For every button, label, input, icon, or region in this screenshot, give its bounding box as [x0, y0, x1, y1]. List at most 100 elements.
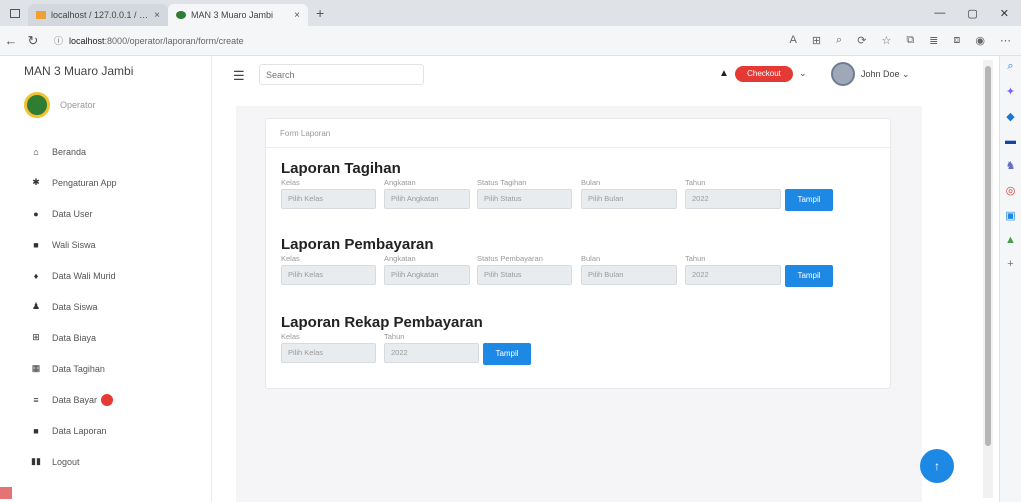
browser-address-bar: ← ↻ ⓘ localhost:8000/operator/laporan/fo… — [0, 26, 1021, 56]
sidebar-item-pengaturan-app[interactable]: ✱ Pengaturan App — [28, 167, 117, 198]
office-icon[interactable]: ◎ — [1006, 184, 1016, 197]
collections-icon[interactable]: ⧈ — [953, 34, 960, 47]
avatar[interactable] — [831, 62, 855, 86]
sidebar-item-data-tagihan[interactable]: ▦ Data Tagihan — [28, 353, 117, 384]
field-label: Bulan — [581, 178, 601, 187]
bulan-select[interactable]: Pilih Bulan — [581, 265, 677, 285]
read-aloud-icon[interactable]: A — [789, 34, 796, 47]
sidebar-item-wali-siswa[interactable]: ■ Wali Siswa — [28, 229, 117, 260]
report-title: Laporan Pembayaran — [281, 236, 434, 253]
sidebar-item-label: Beranda — [52, 146, 87, 157]
top-navbar: ☰ ▲ Checkout ⌄ John Doe ⌄ — [213, 56, 983, 94]
tahun-select[interactable]: 2022 — [685, 265, 781, 285]
sidebar-item-label: Data Laporan — [52, 425, 107, 436]
menu-toggle-icon[interactable]: ☰ — [233, 68, 245, 84]
sidebar-item-data-laporan[interactable]: ■ Data Laporan — [28, 415, 117, 446]
app-favicon-icon — [176, 11, 186, 19]
field-label: Kelas — [281, 178, 300, 187]
kelas-select[interactable]: Pilih Kelas — [281, 189, 376, 209]
drop-icon[interactable]: ▲ — [1005, 234, 1016, 246]
table-icon: ▦ — [31, 363, 41, 373]
sidebar-item-label: Data Bayar — [52, 394, 98, 405]
sidebar-item-data-user[interactable]: ● Data User — [28, 198, 117, 229]
split-screen-icon[interactable]: ⧉ — [906, 34, 914, 47]
sidebar-item-label: Data User — [52, 208, 93, 219]
checkout-button[interactable]: Checkout — [735, 66, 793, 82]
apps-icon[interactable]: ⊞ — [812, 34, 821, 47]
outlook-icon[interactable]: ▣ — [1005, 209, 1015, 222]
field-label: Kelas — [281, 254, 300, 263]
games-icon[interactable]: ♞ — [1006, 159, 1016, 172]
back-icon[interactable]: ← — [0, 33, 22, 48]
window-icon[interactable] — [10, 8, 20, 18]
sidebar-item-data-bayar[interactable]: ≡ Data Bayar — [28, 384, 117, 415]
kelas-select[interactable]: Pilih Kelas — [281, 343, 376, 363]
chart-icon: ⊞ — [32, 332, 40, 342]
info-icon: ⓘ — [54, 36, 64, 46]
tab-title: localhost / 127.0.0.1 / phpMyAdmin — [51, 10, 149, 20]
school-logo-icon — [24, 92, 50, 118]
new-tab-button[interactable]: + — [316, 5, 324, 21]
search-input[interactable] — [259, 64, 424, 85]
favorites-bar-icon[interactable]: ≣ — [929, 34, 938, 47]
more-icon[interactable]: ⋯ — [1000, 34, 1011, 47]
phpmyadmin-favicon-icon — [36, 11, 46, 19]
scroll-top-button[interactable]: ↑ — [920, 449, 954, 483]
close-window-icon[interactable]: ✕ — [1000, 7, 1009, 20]
field-label: Status Pembayaran — [477, 254, 543, 263]
status-tagihan-select[interactable]: Pilih Status — [477, 189, 572, 209]
home-icon: ⌂ — [33, 146, 39, 157]
angkatan-select[interactable]: Pilih Angkatan — [384, 265, 470, 285]
status-pembayaran-select[interactable]: Pilih Status — [477, 265, 572, 285]
sidebar-item-beranda[interactable]: ⌂ Beranda — [28, 136, 117, 167]
browser-tab-app[interactable]: MAN 3 Muaro Jambi × — [168, 4, 308, 26]
sidebar-item-data-wali-murid[interactable]: ♦ Data Wali Murid — [28, 260, 117, 291]
field-label: Angkatan — [384, 178, 416, 187]
zoom-icon[interactable]: ⌕ — [836, 34, 842, 47]
sidebar-item-label: Pengaturan App — [52, 177, 117, 188]
sidebar-item-logout[interactable]: ▮▮ Logout — [28, 446, 117, 477]
copilot-icon[interactable]: ✦ — [1006, 85, 1015, 98]
angkatan-select[interactable]: Pilih Angkatan — [384, 189, 470, 209]
tampil-button[interactable]: Tampil — [785, 265, 833, 287]
kelas-select[interactable]: Pilih Kelas — [281, 265, 376, 285]
card-header: Form Laporan — [266, 119, 890, 148]
browser-tab-phpmyadmin[interactable]: localhost / 127.0.0.1 / phpMyAdmin × — [28, 4, 168, 26]
tahun-select[interactable]: 2022 — [685, 189, 781, 209]
sidebar-item-data-siswa[interactable]: ♟ Data Siswa — [28, 291, 117, 322]
tab-close-icon[interactable]: × — [294, 10, 300, 21]
maximize-icon[interactable]: ▢ — [967, 7, 977, 20]
url-field[interactable]: ⓘ localhost:8000/operator/laporan/form/c… — [54, 34, 244, 47]
chevron-down-icon: ⌄ — [902, 69, 910, 79]
search-icon[interactable]: ⌕ — [1007, 60, 1013, 73]
list-icon: ≡ — [33, 394, 39, 405]
chevron-down-icon[interactable]: ⌄ — [799, 68, 807, 79]
favorite-icon[interactable]: ☆ — [881, 34, 891, 47]
tampil-button[interactable]: Tampil — [483, 343, 531, 365]
scrollbar-thumb[interactable] — [985, 66, 991, 446]
minimize-icon[interactable]: — — [934, 7, 945, 20]
field-label: Tahun — [384, 332, 405, 341]
refresh-page-icon[interactable]: ⟳ — [857, 34, 866, 47]
sidebar-item-data-biaya[interactable]: ⊞ Data Biaya — [28, 322, 117, 353]
notification-bell-icon[interactable]: ▲ — [719, 68, 729, 79]
tools-icon[interactable]: ▬ — [1005, 135, 1016, 147]
profile-icon[interactable]: ◉ — [975, 34, 985, 47]
user-icon: ● — [33, 208, 39, 219]
tab-close-icon[interactable]: × — [154, 10, 160, 21]
reload-icon[interactable]: ↻ — [22, 33, 44, 49]
taskbar-corner-icon — [0, 487, 12, 499]
browser-titlebar: localhost / 127.0.0.1 / phpMyAdmin × MAN… — [0, 0, 1021, 26]
field-label: Angkatan — [384, 254, 416, 263]
gear-icon: ✱ — [32, 177, 40, 187]
tampil-button[interactable]: Tampil — [785, 189, 833, 211]
tahun-select[interactable]: 2022 — [384, 343, 479, 363]
shopping-icon[interactable]: ◆ — [1006, 110, 1014, 123]
bulan-select[interactable]: Pilih Bulan — [581, 189, 677, 209]
student-icon: ♟ — [31, 301, 41, 311]
file-icon: ■ — [33, 425, 39, 436]
add-icon[interactable]: + — [1007, 258, 1013, 270]
page-scrollbar[interactable] — [983, 60, 993, 498]
user-menu[interactable]: John Doe ⌄ — [861, 69, 910, 80]
url-path: :8000/operator/laporan/form/create — [104, 35, 244, 46]
